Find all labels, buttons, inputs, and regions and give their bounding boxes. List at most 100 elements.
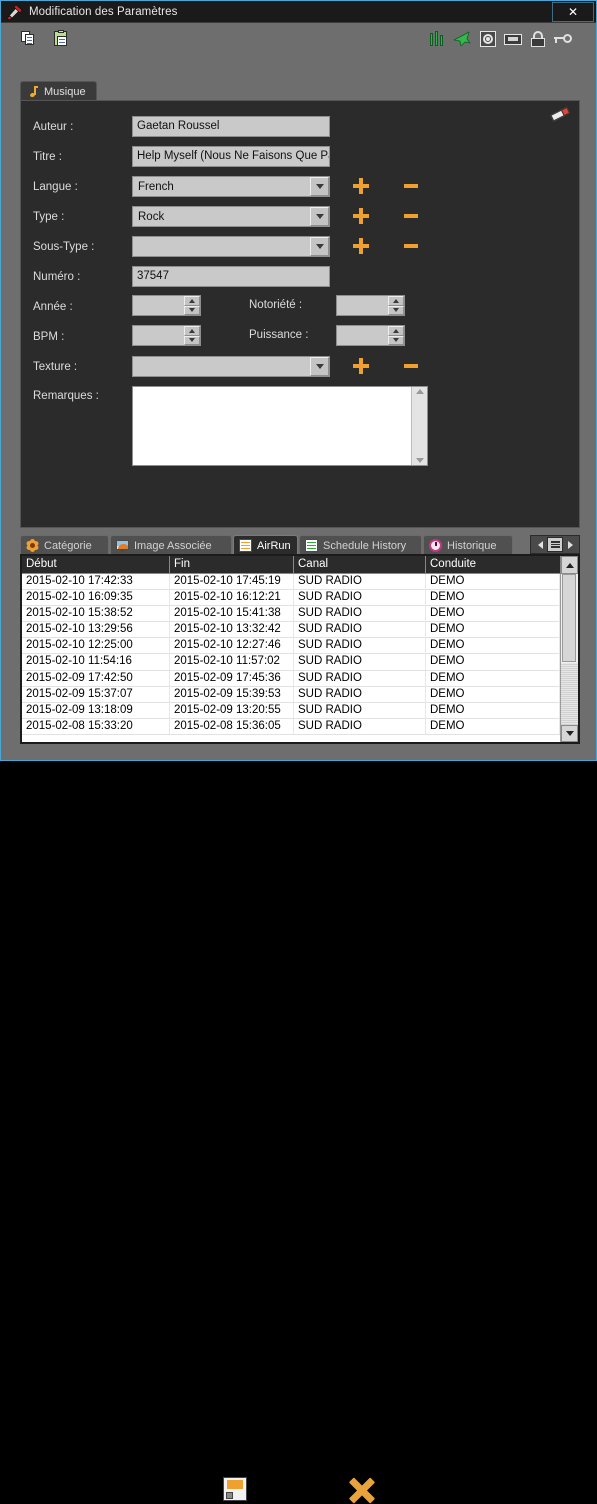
tab-airrun[interactable]: AirRun [233, 535, 298, 555]
titre-label: Titre : [33, 151, 62, 163]
texture-add-button[interactable] [353, 358, 369, 374]
cell-canal: SUD RADIO [294, 686, 426, 702]
tab-musique[interactable]: Musique [20, 81, 97, 101]
tab-categorie[interactable]: Catégorie [20, 535, 109, 555]
target-icon[interactable] [479, 30, 497, 48]
type-remove-button[interactable] [403, 208, 419, 224]
tab-schedule-history[interactable]: Schedule History [299, 535, 422, 555]
column-header-conduite[interactable]: Conduite [426, 556, 561, 574]
window-body: Musique Auteur : Gaetan Roussel Titre : … [1, 23, 596, 1504]
key-icon[interactable] [554, 30, 572, 48]
window-titlebar: Modification des Paramètres ✕ [1, 1, 596, 23]
auteur-input[interactable]: Gaetan Roussel [132, 116, 330, 137]
sous-type-add-button[interactable] [353, 238, 369, 254]
table-row[interactable]: 2015-02-08 15:33:20 2015-02-08 15:36:05 SU… [22, 718, 560, 735]
cell-conduite: DEMO [426, 574, 560, 590]
titre-input[interactable]: Help Myself (Nous Ne Faisons Que Pas [132, 146, 330, 167]
cell-canal: SUD RADIO [294, 718, 426, 734]
scrollbar-track[interactable] [561, 663, 578, 725]
cell-canal: SUD RADIO [294, 702, 426, 718]
sous-type-select[interactable] [132, 236, 330, 257]
scrollbar-thumb[interactable] [562, 574, 576, 662]
cell-fin: 2015-02-10 17:45:19 [170, 574, 294, 590]
lock-icon[interactable] [529, 30, 547, 48]
tab-nav-next-button[interactable] [563, 537, 577, 552]
table-row[interactable]: 2015-02-09 17:42:50 2015-02-09 17:45:36 SU… [22, 670, 560, 687]
notoriete-stepper[interactable] [336, 295, 405, 316]
chevron-down-icon[interactable] [310, 237, 329, 256]
table-row[interactable]: 2015-02-10 15:38:52 2015-02-10 15:41:38 SU… [22, 606, 560, 623]
langue-label: Langue : [33, 181, 78, 193]
table-vertical-scrollbar[interactable] [560, 574, 578, 742]
texture-remove-button[interactable] [403, 358, 419, 374]
cell-canal: SUD RADIO [294, 654, 426, 670]
type-add-button[interactable] [353, 208, 369, 224]
table-row[interactable]: 2015-02-09 15:37:07 2015-02-09 15:39:53 SU… [22, 686, 560, 703]
paste-icon[interactable] [53, 30, 71, 48]
cell-debut: 2015-02-10 17:42:33 [22, 574, 170, 590]
table-scroll-down-button[interactable] [561, 725, 578, 742]
table-scroll-up-button[interactable] [561, 556, 578, 574]
remarques-textarea[interactable] [132, 386, 428, 466]
cassette-icon[interactable] [504, 30, 522, 48]
cell-fin: 2015-02-10 12:27:46 [170, 638, 294, 654]
tab-list-icon[interactable] [547, 537, 563, 552]
type-label: Type : [33, 211, 65, 223]
chevron-down-icon[interactable] [310, 177, 329, 196]
scroll-up-icon[interactable] [415, 389, 424, 394]
annee-increment[interactable] [184, 296, 200, 306]
notoriete-decrement[interactable] [388, 305, 404, 315]
column-header-canal[interactable]: Canal [294, 556, 426, 574]
texture-select[interactable] [132, 356, 330, 377]
numero-input[interactable]: 37547 [132, 266, 330, 287]
table-row[interactable]: 2015-02-10 16:09:35 2015-02-10 16:12:21 SU… [22, 590, 560, 607]
cell-debut: 2015-02-09 15:37:07 [22, 686, 170, 702]
annee-label: Année : [33, 301, 73, 313]
table-row[interactable]: 2015-02-10 11:54:16 2015-02-10 11:57:02 SU… [22, 654, 560, 671]
column-header-debut[interactable]: Début [22, 556, 170, 574]
bars-icon[interactable] [428, 30, 446, 48]
annee-decrement[interactable] [184, 305, 200, 315]
remarques-value[interactable] [133, 387, 411, 465]
scroll-down-icon[interactable] [415, 458, 424, 463]
list-orange-icon [239, 539, 252, 552]
table-row[interactable]: 2015-02-10 17:42:33 2015-02-10 17:45:19 SU… [22, 574, 560, 591]
tab-nav-prev-button[interactable] [533, 537, 547, 552]
save-button[interactable] [223, 1477, 247, 1501]
type-select[interactable]: Rock [132, 206, 330, 227]
table-row[interactable]: 2015-02-10 12:25:00 2015-02-10 12:27:46 SU… [22, 638, 560, 655]
bpm-increment[interactable] [184, 326, 200, 336]
sous-type-remove-button[interactable] [403, 238, 419, 254]
table-row[interactable]: 2015-02-09 13:18:09 2015-02-09 13:20:55 SU… [22, 702, 560, 719]
table-row[interactable]: 2015-02-10 13:29:56 2015-02-10 13:32:42 SU… [22, 622, 560, 639]
plane-icon[interactable] [453, 30, 471, 48]
tab-image-associee[interactable]: Image Associée [110, 535, 232, 555]
cell-fin: 2015-02-09 17:45:36 [170, 670, 294, 686]
chevron-down-icon[interactable] [310, 207, 329, 226]
puissance-decrement[interactable] [388, 335, 404, 345]
column-header-fin[interactable]: Fin [170, 556, 294, 574]
bpm-stepper[interactable] [132, 325, 201, 346]
notoriete-increment[interactable] [388, 296, 404, 306]
remarques-scrollbar[interactable] [411, 387, 427, 465]
notoriete-value [337, 296, 388, 315]
chevron-down-icon[interactable] [310, 357, 329, 376]
window-title: Modification des Paramètres [29, 5, 178, 18]
cell-debut: 2015-02-10 15:38:52 [22, 606, 170, 622]
bpm-decrement[interactable] [184, 335, 200, 345]
langue-select[interactable]: French [132, 176, 330, 197]
tab-historique[interactable]: Historique [423, 535, 513, 555]
puissance-stepper[interactable] [336, 325, 405, 346]
langue-add-button[interactable] [353, 178, 369, 194]
window-close-button[interactable]: ✕ [552, 2, 594, 22]
cancel-button[interactable] [348, 1476, 376, 1504]
puissance-label: Puissance : [249, 329, 309, 341]
annee-stepper[interactable] [132, 295, 201, 316]
langue-remove-button[interactable] [403, 178, 419, 194]
puissance-increment[interactable] [388, 326, 404, 336]
cell-canal: SUD RADIO [294, 622, 426, 638]
cell-debut: 2015-02-09 13:18:09 [22, 702, 170, 718]
copy-icon[interactable] [21, 30, 39, 48]
cell-canal: SUD RADIO [294, 638, 426, 654]
type-value: Rock [138, 210, 165, 223]
